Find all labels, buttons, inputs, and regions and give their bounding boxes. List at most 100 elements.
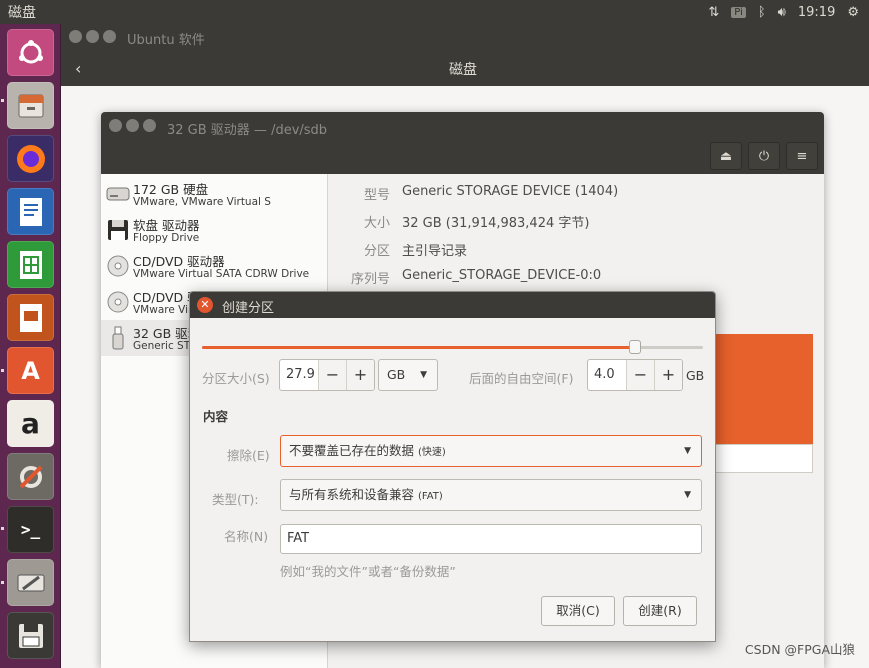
menu-button[interactable]: ≡ xyxy=(786,142,818,170)
chevron-down-icon: ▼ xyxy=(684,490,691,500)
decrease-size-button[interactable]: − xyxy=(318,360,346,390)
libreoffice-writer-icon[interactable] xyxy=(7,188,54,235)
name-hint: 例如“我的文件”或者“备份数据” xyxy=(280,564,456,579)
volume-icon[interactable]: 🔊︎ xyxy=(778,5,786,20)
free-space-value[interactable]: 4.0 xyxy=(588,360,626,390)
device-subtitle: VMware, VMware Virtual S xyxy=(133,196,271,208)
window-title: 32 GB 驱动器 — /dev/sdb xyxy=(167,123,328,138)
device-item[interactable]: 172 GB 硬盘 VMware, VMware Virtual S xyxy=(101,176,328,212)
volume-partition-block[interactable] xyxy=(713,334,813,444)
harddisk-icon xyxy=(105,181,131,207)
erase-value: 不要覆盖已存在的数据 xyxy=(289,443,415,458)
close-icon[interactable]: ✕ xyxy=(197,297,213,313)
save-icon[interactable] xyxy=(7,612,54,659)
content-section-title: 内容 xyxy=(203,409,229,424)
create-partition-dialog: ✕ 创建分区 分区大小(S) 27.9 − + GB ▼ 后面的自由空间(F) … xyxy=(189,291,716,642)
name-label: 名称(N) xyxy=(224,529,269,544)
window-controls xyxy=(69,30,116,43)
cancel-button[interactable]: 取消(C) xyxy=(541,596,615,626)
size-unit-value: GB xyxy=(387,367,406,382)
libreoffice-calc-icon[interactable] xyxy=(7,241,54,288)
files-icon[interactable] xyxy=(7,82,54,129)
running-indicator xyxy=(1,527,4,530)
info-value: 32 GB (31,914,983,424 字节) xyxy=(402,216,590,231)
eject-button[interactable]: ⏏ xyxy=(710,142,742,170)
firefox-icon[interactable] xyxy=(7,135,54,182)
device-item[interactable]: 软盘 驱动器 Floppy Drive xyxy=(101,212,328,248)
volume-name-input[interactable]: FAT xyxy=(280,524,702,554)
partition-size-stepper[interactable]: 27.9 − + xyxy=(279,359,375,391)
libreoffice-impress-icon[interactable] xyxy=(7,294,54,341)
device-item[interactable]: CD/DVD 驱动器 VMware Virtual SATA CDRW Driv… xyxy=(101,248,328,284)
free-space-stepper[interactable]: 4.0 − + xyxy=(587,359,683,391)
increase-size-button[interactable]: + xyxy=(346,360,374,390)
slider-fill xyxy=(202,346,636,349)
partition-size-label: 分区大小(S) xyxy=(202,371,270,386)
size-unit-select[interactable]: GB ▼ xyxy=(378,359,438,391)
toolbar: ⏏ ⏻ ≡ xyxy=(710,142,818,170)
info-row-model: 型号 Generic STORAGE DEVICE (1404) xyxy=(329,184,824,204)
erase-label: 擦除(E) xyxy=(227,448,270,463)
system-tools-icon[interactable] xyxy=(7,559,54,606)
type-suffix: (FAT) xyxy=(418,491,443,502)
info-value: Generic_STORAGE_DEVICE-0:0 xyxy=(402,268,602,283)
usb-drive-icon xyxy=(105,325,131,351)
terminal-icon[interactable]: >_ xyxy=(7,506,54,553)
back-button[interactable]: ‹ xyxy=(75,59,81,78)
close-icon[interactable] xyxy=(69,30,82,43)
filesystem-type-select[interactable]: 与所有系统和设备兼容 (FAT) ▼ xyxy=(280,479,702,511)
close-icon[interactable] xyxy=(109,119,122,132)
type-label: 类型(T): xyxy=(212,492,259,507)
optical-drive-icon xyxy=(105,253,131,279)
partition-size-value[interactable]: 27.9 xyxy=(280,360,318,390)
minimize-icon[interactable] xyxy=(86,30,99,43)
info-value: Generic STORAGE DEVICE (1404) xyxy=(402,184,619,199)
power-off-button[interactable]: ⏻ xyxy=(748,142,780,170)
erase-select[interactable]: 不要覆盖已存在的数据 (快速) ▼ xyxy=(280,435,702,467)
network-icon[interactable]: ⇅ xyxy=(708,5,719,20)
free-space-unit: GB xyxy=(686,368,705,383)
type-value: 与所有系统和设备兼容 xyxy=(289,487,415,502)
info-key: 序列号 xyxy=(350,272,390,287)
menu-icon: ≡ xyxy=(796,148,808,164)
gear-icon[interactable]: ⚙ xyxy=(847,5,859,20)
amazon-icon[interactable]: a xyxy=(7,400,54,447)
window-controls xyxy=(109,119,156,132)
slider-handle[interactable] xyxy=(629,340,642,354)
dialog-header: ✕ 创建分区 xyxy=(190,292,715,318)
info-key: 分区 xyxy=(363,244,390,259)
info-key: 大小 xyxy=(363,216,390,231)
running-indicator xyxy=(1,369,4,372)
info-row-serial: 序列号 Generic_STORAGE_DEVICE-0:0 xyxy=(329,268,824,288)
watermark: CSDN @FPGA山狼 xyxy=(744,642,855,657)
ubuntu-software-header: Ubuntu 软件 ‹ 磁盘 xyxy=(61,24,869,86)
header-title: 磁盘 xyxy=(449,62,477,78)
optical-drive-icon xyxy=(105,289,131,315)
erase-suffix: (快速) xyxy=(418,447,446,458)
bluetooth-icon[interactable]: ᛒ xyxy=(758,5,766,20)
decrease-free-button[interactable]: − xyxy=(626,360,654,390)
keyboard-icon[interactable]: Pi xyxy=(731,6,746,18)
minimize-icon[interactable] xyxy=(126,119,139,132)
system-tray: ⇅ Pi ᛒ 🔊︎ 19:19 ⚙ xyxy=(708,5,869,20)
volume-map-base xyxy=(713,444,813,473)
device-subtitle: VMware Virtual SATA CDRW Drive xyxy=(133,268,310,280)
free-space-label: 后面的自由空间(F) xyxy=(469,371,574,386)
system-settings-icon[interactable] xyxy=(7,453,54,500)
eject-icon: ⏏ xyxy=(719,148,733,164)
increase-free-button[interactable]: + xyxy=(654,360,682,390)
clock[interactable]: 19:19 xyxy=(798,5,835,20)
window-title: Ubuntu 软件 xyxy=(127,33,205,48)
partition-size-slider[interactable] xyxy=(202,340,703,354)
ubuntu-software-icon[interactable]: A xyxy=(7,347,54,394)
dialog-title: 创建分区 xyxy=(222,301,275,316)
ubuntu-logo-icon[interactable] xyxy=(7,29,54,76)
chevron-down-icon: ▼ xyxy=(684,446,691,456)
info-value: 主引导记录 xyxy=(402,244,468,259)
power-icon: ⏻ xyxy=(758,148,770,164)
maximize-icon[interactable] xyxy=(103,30,116,43)
create-button[interactable]: 创建(R) xyxy=(623,596,697,626)
maximize-icon[interactable] xyxy=(143,119,156,132)
info-key: 型号 xyxy=(363,188,390,203)
active-app-title: 磁盘 xyxy=(8,5,36,21)
